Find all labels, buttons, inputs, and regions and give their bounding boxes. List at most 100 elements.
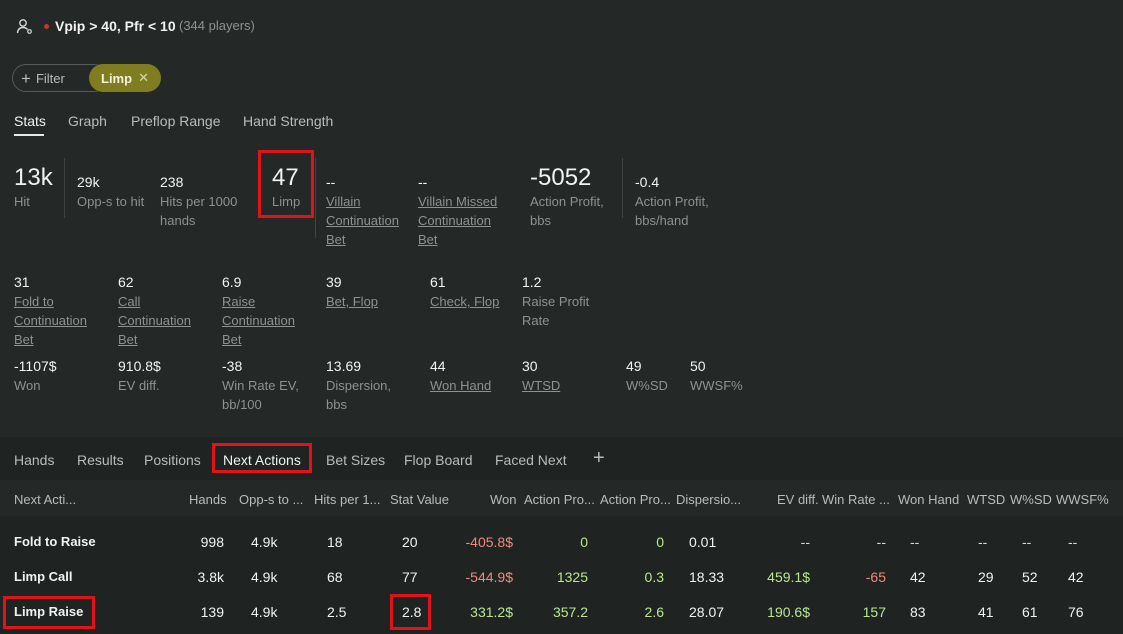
cell-dispersion: 18.33 [689,569,725,585]
col-won[interactable]: Won [490,492,517,507]
players-icon[interactable] [16,18,34,39]
add-filter-label: Filter [35,70,65,86]
stat-villain-missed-cbet-label[interactable]: Villain Missed Continuation Bet [418,192,502,249]
stat-raise-profit-rate-label: Raise Profit Rate [522,294,590,328]
add-tab-button[interactable]: + [593,447,605,470]
highlight-box-stat-value [390,594,431,630]
stat-opps-value: 29k [77,174,100,190]
cell-opps: 4.9k [251,604,278,620]
cell-wsd: 61 [1022,604,1038,620]
stat-check-flop-label[interactable]: Check, Flop [430,292,499,311]
col-wtsd[interactable]: WTSD [967,492,1005,507]
cell-hands: 3.8k [197,569,224,585]
col-wwsf[interactable]: WWSF% [1056,492,1109,507]
cell-action-profit: 357.2 [552,604,588,620]
stat-wwsf-value: 50 [690,358,706,374]
cell-win-rate: -- [876,534,886,550]
stat-won-value: -1107$ [14,358,57,374]
stat-raise-cbet-label[interactable]: Raise Continuation Bet [222,292,302,349]
col-hits-per-1000[interactable]: Hits per 1... [314,492,380,507]
tab-preflop-range[interactable]: Preflop Range [131,113,221,129]
limp-filter-chip[interactable]: Limp ✕ [89,64,161,92]
stat-call-cbet-value: 62 [118,274,134,290]
stat-bet-flop-label[interactable]: Bet, Flop [326,292,378,311]
highlight-box-next-actions [212,443,312,473]
col-action-profit-per-hand[interactable]: Action Pro... [600,492,671,507]
cell-wsd: -- [1022,534,1032,550]
stat-raise-profit-rate-value: 1.2 [522,274,542,290]
limp-chip-label: Limp [101,70,133,86]
highlight-box-limp [258,150,314,218]
stat-win-rate-ev-value: -38 [222,358,243,374]
cell-opps: 4.9k [251,534,278,550]
cell-next-action: Limp Call [14,569,73,584]
close-icon[interactable]: ✕ [138,70,149,86]
stat-ev-diff-value: 910.8$ [118,358,161,374]
stat-call-cbet-label[interactable]: Call Continuation Bet [118,292,198,349]
stat-action-profit-value: -5052 [530,164,592,191]
cell-dispersion: 28.07 [689,604,725,620]
stat-bet-flop-value: 39 [326,274,342,290]
tab-bet-sizes[interactable]: Bet Sizes [326,452,385,468]
stat-wtsd-value: 30 [522,358,538,374]
cell-hits-per-1000: 2.5 [327,604,347,620]
col-wsd[interactable]: W%SD [1010,492,1052,507]
highlight-box-limp-raise [3,596,95,629]
tab-flop-board[interactable]: Flop Board [404,452,472,468]
cell-ev-diff: 459.1$ [767,569,810,585]
stat-opps-label: Opp-s to hit [77,194,145,209]
col-opps[interactable]: Opp-s to ... [239,492,303,507]
tab-results[interactable]: Results [77,452,124,468]
stat-hits-per-1000-value: 238 [160,174,184,190]
col-action-profit[interactable]: Action Pro... [524,492,595,507]
stat-raise-cbet-value: 6.9 [222,274,242,290]
cell-action-profit: 0 [580,534,588,550]
stat-action-profit-per-hand-label: Action Profit, bbs/hand [635,194,709,228]
col-stat-value[interactable]: Stat Value [390,492,449,507]
col-dispersion[interactable]: Dispersio... [676,492,741,507]
tab-graph[interactable]: Graph [68,113,107,129]
col-ev-diff[interactable]: EV diff. [777,492,819,507]
stat-fold-cbet-label[interactable]: Fold to Continuation Bet [14,292,94,349]
cell-stat-value: 77 [402,569,418,585]
stat-wsd-value: 49 [626,358,642,374]
stat-dispersion-label: Dispersion, bbs [326,378,392,412]
separator [315,158,316,238]
cell-wsd: 52 [1022,569,1038,585]
tab-faced-next[interactable]: Faced Next [495,452,567,468]
cell-next-action: Fold to Raise [14,534,96,549]
tab-hands[interactable]: Hands [14,452,54,468]
col-hands[interactable]: Hands [189,492,227,507]
cell-wwsf: 76 [1068,604,1084,620]
col-won-hand[interactable]: Won Hand [898,492,959,507]
cell-won-hand: 42 [910,569,926,585]
header: Vpip > 40, Pfr < 10 (344 players) [0,0,1123,55]
stat-villain-missed-cbet-value: -- [418,174,428,190]
stat-won-label: Won [14,378,41,393]
plus-icon: + [21,68,31,88]
stat-hit-label: Hit [14,194,30,209]
status-dot [44,24,49,29]
stat-wtsd-label[interactable]: WTSD [522,376,560,395]
cell-win-rate: 157 [862,604,886,620]
stat-won-hand-label[interactable]: Won Hand [430,376,491,395]
cell-dispersion: 0.01 [689,534,717,550]
col-win-rate[interactable]: Win Rate ... [822,492,890,507]
cell-stat-value: 20 [402,534,418,550]
separator [622,158,623,218]
table-row[interactable] [0,525,1123,559]
tab-hand-strength[interactable]: Hand Strength [243,113,333,129]
cell-won-hand: 83 [910,604,926,620]
stat-check-flop-value: 61 [430,274,446,290]
stat-villain-cbet-label[interactable]: Villain Continuation Bet [326,192,406,249]
cell-wwsf: 42 [1068,569,1084,585]
cell-won: 331.2$ [470,604,513,620]
tab-positions[interactable]: Positions [144,452,201,468]
cell-wwsf: -- [1068,534,1078,550]
stat-action-profit-per-hand-value: -0.4 [635,174,660,190]
stat-wwsf-label: WWSF% [690,378,743,393]
stat-villain-cbet-value: -- [326,174,336,190]
tab-stats[interactable]: Stats [14,113,46,129]
cell-hands: 139 [200,604,224,620]
col-next-action[interactable]: Next Acti... [14,492,76,507]
